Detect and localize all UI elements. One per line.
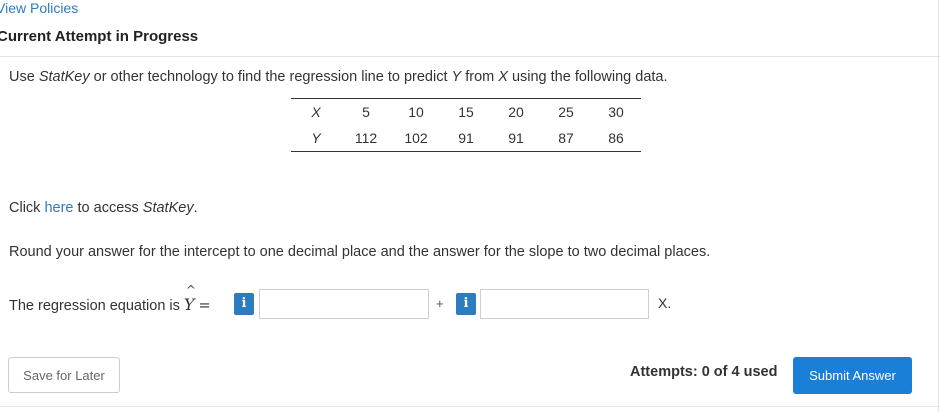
statkey-term: StatKey bbox=[38, 69, 90, 85]
table-cell: 86 bbox=[591, 125, 641, 152]
submit-answer-button[interactable]: Submit Answer bbox=[793, 357, 912, 394]
info-icon[interactable]: i bbox=[234, 293, 254, 315]
statkey-here-link[interactable]: here bbox=[44, 200, 73, 216]
table-cell: 5 bbox=[341, 98, 391, 125]
slope-input[interactable] bbox=[480, 289, 649, 319]
header-divider bbox=[0, 56, 940, 57]
table-cell: 102 bbox=[391, 125, 441, 152]
rounding-instruction: Round your answer for the intercept to o… bbox=[9, 244, 711, 260]
view-policies-link[interactable]: View Policies bbox=[0, 0, 78, 16]
row-label-x: X bbox=[291, 98, 341, 125]
x-variable-suffix: X. bbox=[658, 295, 672, 311]
equation-label: The regression equation is ^ Y = bbox=[9, 283, 211, 314]
table-row: Y 112 102 91 91 87 86 bbox=[291, 125, 641, 152]
table-cell: 87 bbox=[541, 125, 591, 152]
table-cell: 91 bbox=[441, 125, 491, 152]
info-icon[interactable]: i bbox=[456, 293, 476, 315]
footer-divider bbox=[0, 406, 940, 407]
attempts-counter: Attempts: 0 of 4 used bbox=[630, 364, 778, 380]
plus-sign: + bbox=[436, 296, 444, 311]
statkey-access-line: Click here to access StatKey. bbox=[9, 200, 198, 216]
question-text: Use StatKey or other technology to find … bbox=[9, 69, 668, 85]
table-row: X 5 10 15 20 25 30 bbox=[291, 98, 641, 125]
attempt-title: Current Attempt in Progress bbox=[0, 28, 199, 45]
table-cell: 10 bbox=[391, 98, 441, 125]
row-label-y: Y bbox=[291, 125, 341, 152]
table-cell: 15 bbox=[441, 98, 491, 125]
table-cell: 20 bbox=[491, 98, 541, 125]
y-hat-symbol: ^ Y bbox=[183, 283, 196, 314]
table-cell: 30 bbox=[591, 98, 641, 125]
table-cell: 25 bbox=[541, 98, 591, 125]
table-cell: 91 bbox=[491, 125, 541, 152]
intercept-input[interactable] bbox=[259, 289, 429, 319]
save-for-later-button[interactable]: Save for Later bbox=[8, 357, 120, 393]
data-table: X 5 10 15 20 25 30 Y 112 102 91 91 87 86 bbox=[291, 98, 641, 152]
right-border bbox=[938, 0, 939, 412]
table-cell: 112 bbox=[341, 125, 391, 152]
